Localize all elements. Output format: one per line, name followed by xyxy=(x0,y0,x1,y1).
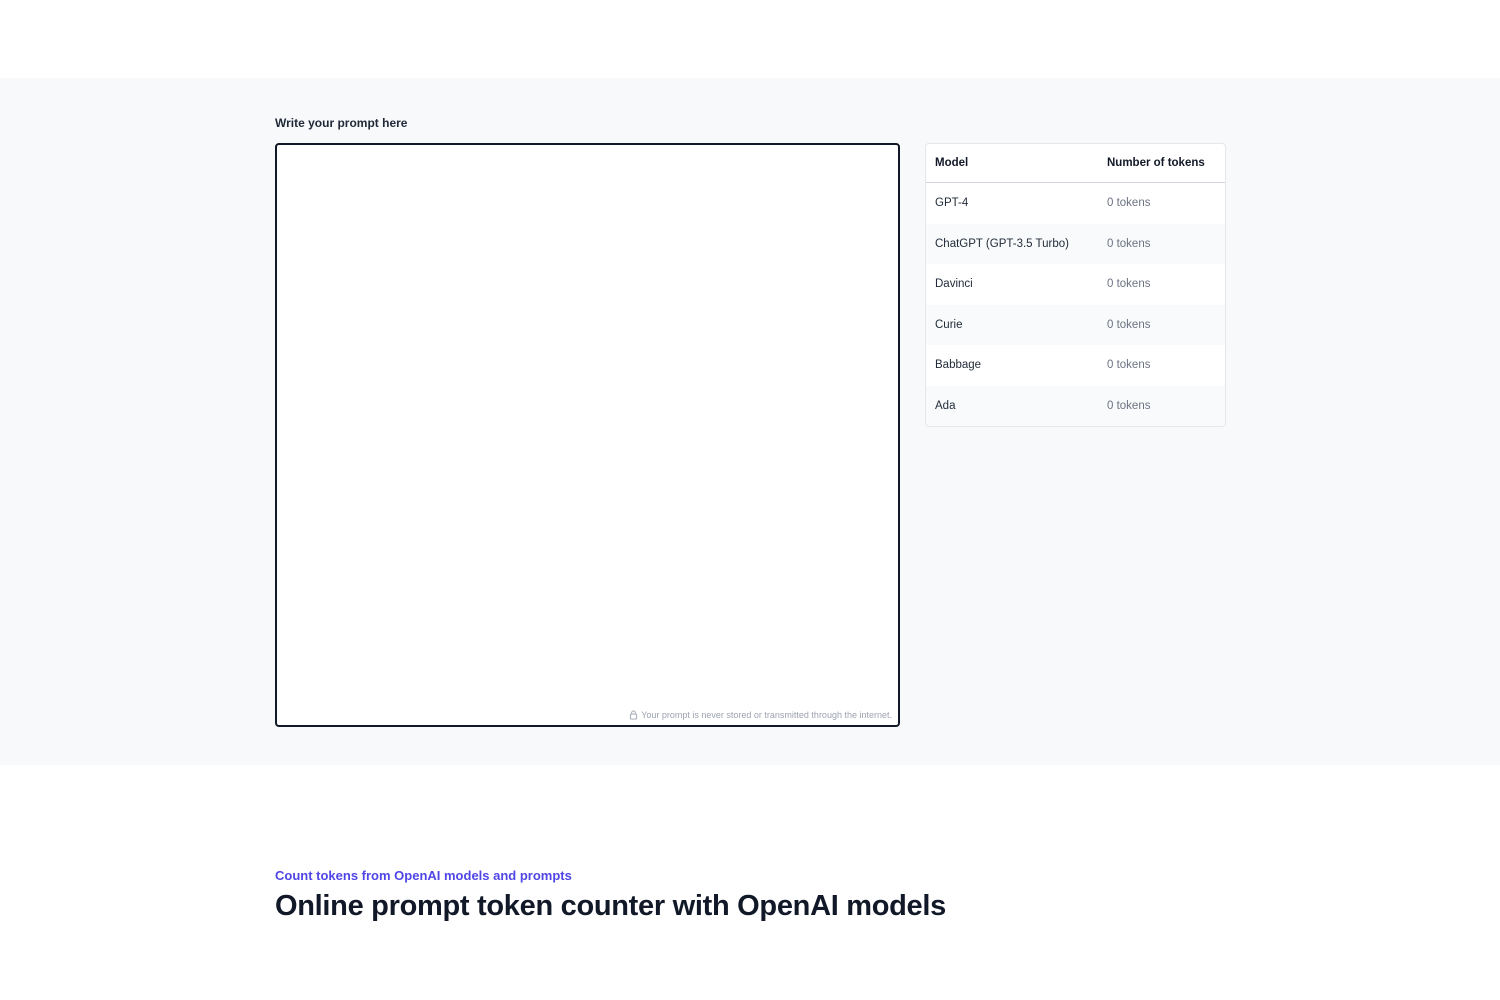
model-name: Babbage xyxy=(935,359,982,372)
table-row: ChatGPT (GPT-3.5 Turbo) 0 tokens xyxy=(926,223,1225,264)
table-row: Davinci 0 tokens xyxy=(926,264,1225,305)
token-count: 0 tokens xyxy=(1107,237,1151,250)
token-count: 0 tokens xyxy=(1107,359,1151,372)
table-row: Ada 0 tokens xyxy=(926,385,1225,426)
column-header-model: Model xyxy=(935,157,969,169)
token-count: 0 tokens xyxy=(1107,197,1151,210)
lock-icon xyxy=(630,710,638,720)
prompt-box: Your prompt is never stored or transmitt… xyxy=(275,143,900,727)
table-header-row: Model Number of tokens xyxy=(926,144,1225,183)
token-count: 0 tokens xyxy=(1107,318,1151,331)
model-name: Curie xyxy=(935,318,963,331)
table-row: GPT-4 0 tokens xyxy=(926,183,1225,224)
page-headline: Online prompt token counter with OpenAI … xyxy=(275,890,946,922)
model-name: Ada xyxy=(935,399,956,412)
privacy-note: Your prompt is never stored or transmitt… xyxy=(629,710,892,720)
token-count: 0 tokens xyxy=(1107,399,1151,412)
prompt-input[interactable] xyxy=(277,145,898,725)
section-eyebrow: Count tokens from OpenAI models and prom… xyxy=(275,868,572,883)
prompt-label: Write your prompt here xyxy=(275,116,408,130)
token-count: 0 tokens xyxy=(1107,278,1151,291)
model-name: GPT-4 xyxy=(935,197,969,210)
token-count-table: Model Number of tokens GPT-4 0 tokens Ch… xyxy=(925,143,1226,427)
table-row: Babbage 0 tokens xyxy=(926,345,1225,386)
model-name: ChatGPT (GPT-3.5 Turbo) xyxy=(935,237,1070,250)
column-header-tokens: Number of tokens xyxy=(1107,157,1205,169)
table-row: Curie 0 tokens xyxy=(926,304,1225,345)
top-bar xyxy=(0,0,1500,78)
model-name: Davinci xyxy=(935,278,973,291)
privacy-note-text: Your prompt is never stored or transmitt… xyxy=(641,710,892,720)
